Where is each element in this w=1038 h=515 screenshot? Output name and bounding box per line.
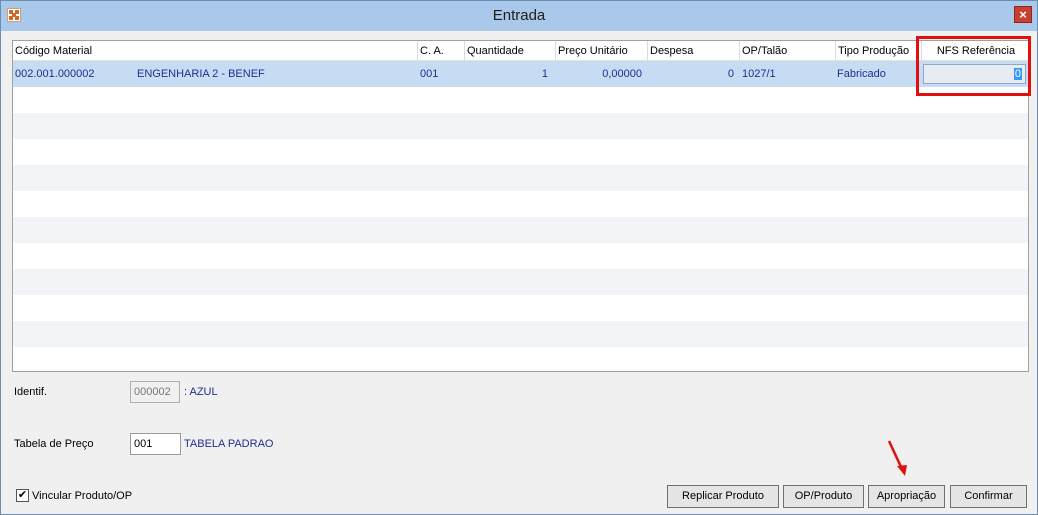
tabela-preco-label: Tabela de Preço: [14, 438, 94, 450]
cell-tipo: Fabricado: [837, 68, 886, 80]
table-row[interactable]: [13, 139, 1028, 165]
table-row[interactable]: [13, 243, 1028, 269]
replicar-produto-button[interactable]: Replicar Produto: [667, 485, 779, 508]
table-row[interactable]: [13, 165, 1028, 191]
col-header-codigo[interactable]: Código Material: [13, 41, 418, 61]
identif-label: Identif.: [14, 386, 48, 398]
col-header-despesa[interactable]: Despesa: [648, 41, 740, 61]
apropriacao-button[interactable]: Apropriação: [868, 485, 945, 508]
identif-description: : AZUL: [184, 386, 218, 398]
tabela-preco-field[interactable]: 001: [130, 433, 181, 455]
cell-descricao: ENGENHARIA 2 - BENEF: [137, 68, 265, 80]
col-header-nfs[interactable]: NFS Referência: [922, 41, 1028, 61]
table-row[interactable]: [13, 321, 1028, 347]
col-header-tipo[interactable]: Tipo Produção: [836, 41, 922, 61]
vincular-checkbox[interactable]: ✔: [16, 489, 29, 502]
cell-ca: 001: [420, 68, 439, 80]
nfs-referencia-input[interactable]: 0: [923, 64, 1026, 84]
op-produto-button[interactable]: OP/Produto: [783, 485, 864, 508]
col-header-ca[interactable]: C. A.: [418, 41, 465, 61]
col-header-op[interactable]: OP/Talão: [740, 41, 836, 61]
cell-codigo: 002.001.000002: [15, 68, 95, 80]
table-row[interactable]: [13, 217, 1028, 243]
cell-despesa: 0: [727, 68, 734, 80]
entrada-window: Entrada × Código Material C. A. Quantida…: [0, 0, 1038, 515]
confirmar-button[interactable]: Confirmar: [950, 485, 1027, 508]
cell-preco: 0,00000: [602, 68, 642, 80]
cell-quantidade: 1: [541, 68, 548, 80]
window-title: Entrada: [492, 7, 546, 24]
col-header-preco[interactable]: Preço Unitário: [556, 41, 648, 61]
items-grid[interactable]: Código Material C. A. Quantidade Preço U…: [12, 40, 1029, 372]
col-header-quantidade[interactable]: Quantidade: [465, 41, 556, 61]
nfs-value: 0: [1013, 68, 1022, 80]
table-row[interactable]: 002.001.000002 ENGENHARIA 2 - BENEF 001 …: [13, 61, 1028, 87]
table-row[interactable]: [13, 347, 1028, 371]
vincular-label[interactable]: Vincular Produto/OP: [32, 490, 132, 502]
close-button[interactable]: ×: [1014, 6, 1032, 23]
identif-field: 000002: [130, 381, 180, 403]
red-arrow-annotation: [887, 440, 907, 476]
cell-op: 1027/1: [742, 68, 776, 80]
grid-rows: 002.001.000002 ENGENHARIA 2 - BENEF 001 …: [13, 61, 1028, 371]
table-row[interactable]: [13, 295, 1028, 321]
tabela-preco-description: TABELA PADRAO: [184, 438, 274, 450]
table-row[interactable]: [13, 113, 1028, 139]
table-row[interactable]: [13, 87, 1028, 113]
title-bar[interactable]: Entrada ×: [1, 1, 1037, 31]
grid-header: Código Material C. A. Quantidade Preço U…: [13, 41, 1028, 61]
table-row[interactable]: [13, 191, 1028, 217]
table-row[interactable]: [13, 269, 1028, 295]
